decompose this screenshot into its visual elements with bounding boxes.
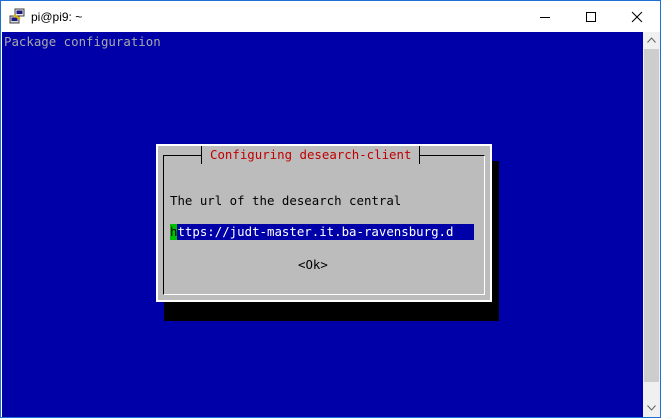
scroll-down-button[interactable]	[643, 400, 660, 417]
window-title: pi@pi9: ~	[31, 10, 83, 24]
minimize-button[interactable]	[522, 1, 568, 32]
terminal-window: pi@pi9: ~ Package configuration Configur…	[0, 0, 661, 418]
ok-button[interactable]: <Ok>	[298, 257, 328, 273]
terminal-area[interactable]: Package configuration Configuring desear…	[2, 32, 643, 417]
url-input-value: ttps://judt-master.it.ba-ravensburg.d	[177, 224, 454, 239]
config-dialog: Configuring desearch-client	[156, 144, 492, 302]
url-input[interactable]: https://judt-master.it.ba-ravensburg.d	[170, 224, 474, 240]
scroll-up-button[interactable]	[643, 32, 660, 49]
dialog-prompt: The url of the desearch central	[170, 193, 402, 208]
minimize-icon	[540, 17, 550, 18]
arrow-down-icon	[647, 405, 656, 411]
maximize-button[interactable]	[568, 1, 614, 32]
maximize-icon	[586, 12, 596, 22]
close-button[interactable]	[614, 1, 660, 32]
dialog-title: Configuring desearch-client	[201, 146, 421, 164]
vertical-scrollbar[interactable]	[643, 32, 660, 417]
scroll-thumb[interactable]	[644, 49, 659, 382]
arrow-up-icon	[647, 37, 656, 43]
package-configuration-header: Package configuration	[4, 34, 161, 49]
close-icon	[631, 11, 643, 23]
title-bar[interactable]: pi@pi9: ~	[1, 1, 660, 32]
putty-icon[interactable]	[9, 8, 25, 24]
